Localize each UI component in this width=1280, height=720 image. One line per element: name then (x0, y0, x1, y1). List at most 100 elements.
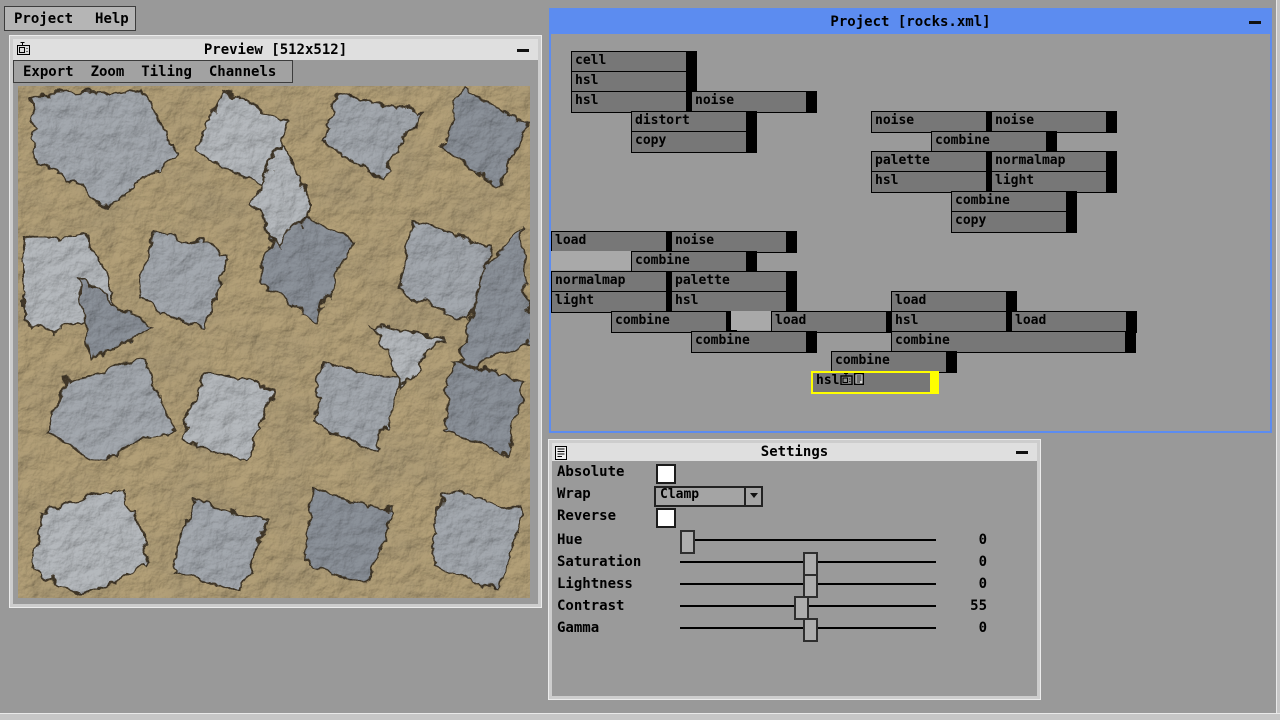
node-label: copy (955, 213, 986, 228)
node-light[interactable]: light (551, 291, 677, 313)
app-menubar: Project Help (4, 6, 136, 31)
node-output-tab (946, 351, 957, 373)
node-combine[interactable]: combine (931, 131, 1057, 153)
reverse-checkbox[interactable] (656, 508, 676, 528)
node-label: combine (955, 193, 1010, 208)
node-label: combine (615, 313, 670, 328)
settings-body: AbsoluteWrapClampReverseHue0Saturation0L… (552, 461, 1037, 696)
node-label: distort (635, 113, 690, 128)
node-label: cell (575, 53, 606, 68)
node-label: hsl (875, 173, 898, 188)
node-load[interactable]: load (551, 231, 677, 253)
node-label: noise (695, 93, 734, 108)
node-output-tab (1126, 311, 1137, 333)
settings-row-lightness: Lightness 0 (552, 573, 1037, 595)
node-combine[interactable]: combine (691, 331, 817, 353)
dropdown-arrow-button[interactable] (744, 488, 761, 505)
node-hsl[interactable]: hsl (571, 71, 697, 93)
menu-item-help[interactable]: Help (95, 11, 129, 27)
preview-menu-export[interactable]: Export (23, 64, 74, 80)
node-label: combine (835, 353, 890, 368)
node-output-tab (1066, 211, 1077, 233)
node-combine[interactable]: combine (631, 251, 757, 273)
node-noise[interactable]: noise (691, 91, 817, 113)
node-light[interactable]: light (991, 171, 1117, 193)
node-combine[interactable]: combine (951, 191, 1077, 213)
node-load[interactable]: load (1011, 311, 1137, 333)
node-load[interactable]: load (891, 291, 1017, 313)
node-label: copy (635, 133, 666, 148)
preview-window: Preview [512x512] Export Zoom Tiling Channe… (10, 36, 541, 607)
node-output-tab (686, 71, 697, 93)
node-noise[interactable]: noise (991, 111, 1117, 133)
preview-menu-channels[interactable]: Channels (209, 64, 276, 80)
settings-row-hue: Hue0 (552, 529, 1037, 551)
project-minimize-button[interactable] (1249, 21, 1261, 24)
node-output-tab (1066, 191, 1077, 213)
settings-minimize-button[interactable] (1016, 451, 1028, 454)
node-label: hsl (816, 373, 839, 388)
screen-edge-bottom (0, 713, 1280, 720)
node-hsl[interactable]: hsl (891, 311, 1017, 333)
node-hsl[interactable]: hsl (871, 171, 997, 193)
settings-label-lightness: Lightness (557, 573, 633, 595)
node-hsl[interactable]: hsl (811, 371, 939, 394)
hue-slider-track[interactable] (680, 539, 936, 541)
project-titlebar[interactable]: Project [rocks.xml] (551, 10, 1270, 34)
node-combine[interactable]: combine (611, 311, 737, 333)
node-cell[interactable]: cell (571, 51, 697, 73)
node-combine[interactable]: combine (831, 351, 957, 373)
preview-menu-tiling[interactable]: Tiling (141, 64, 192, 80)
wrap-dropdown[interactable]: Clamp (654, 486, 763, 507)
node-noise[interactable]: noise (671, 231, 797, 253)
node-output-tab (1006, 291, 1017, 313)
node-normalmap[interactable]: normalmap (991, 151, 1117, 173)
project-title: Project [rocks.xml] (830, 14, 990, 30)
node-combine[interactable]: combine (891, 331, 1136, 353)
settings-label-wrap: Wrap (557, 483, 591, 505)
gamma-slider-thumb[interactable] (803, 618, 818, 642)
node-spacer (731, 311, 772, 330)
hue-value: 0 (932, 529, 987, 551)
node-copy[interactable]: copy (951, 211, 1077, 233)
node-label: load (775, 313, 806, 328)
node-graph-canvas[interactable]: cellhslhslnoisedistortnoisenoisecopycomb… (551, 34, 1270, 431)
node-label: normalmap (555, 273, 625, 288)
node-load[interactable]: load (771, 311, 897, 333)
node-output-tab (930, 371, 939, 394)
gamma-value: 0 (932, 617, 987, 639)
node-hsl[interactable]: hsl (671, 291, 797, 313)
node-output-tab (1106, 171, 1117, 193)
node-spacer (551, 251, 631, 270)
lightness-value: 0 (932, 573, 987, 595)
node-output-tab (806, 331, 817, 353)
preview-titlebar[interactable]: Preview [512x512] (13, 39, 538, 60)
settings-row-contrast: Contrast55 (552, 595, 1037, 617)
node-distort[interactable]: distort (631, 111, 757, 133)
node-palette[interactable]: palette (671, 271, 797, 293)
preview-texture (18, 86, 530, 598)
node-label: light (995, 173, 1034, 188)
node-label: hsl (575, 73, 598, 88)
node-label: palette (875, 153, 930, 168)
preview-minimize-button[interactable] (517, 49, 529, 52)
settings-row-wrap: Wrap Clamp (552, 483, 1037, 505)
settings-titlebar[interactable]: Settings (552, 443, 1037, 461)
node-noise[interactable]: noise (871, 111, 997, 133)
chevron-down-icon (750, 493, 758, 498)
node-palette[interactable]: palette (871, 151, 997, 173)
node-output-tab (1106, 111, 1117, 133)
node-label: combine (895, 333, 950, 348)
node-normalmap[interactable]: normalmap (551, 271, 677, 293)
settings-label-gamma: Gamma (557, 617, 599, 639)
menu-item-project[interactable]: Project (14, 11, 73, 27)
node-output-tab (1125, 331, 1136, 353)
node-label: combine (635, 253, 690, 268)
preview-menu-zoom[interactable]: Zoom (91, 64, 125, 80)
absolute-checkbox[interactable] (656, 464, 676, 484)
settings-title: Settings (761, 444, 828, 460)
node-hsl[interactable]: hsl (571, 91, 697, 113)
preview-title: Preview [512x512] (204, 42, 347, 58)
node-copy[interactable]: copy (631, 131, 757, 153)
desktop: { "menubar": { "items": ["Project", "Hel… (0, 0, 1280, 720)
